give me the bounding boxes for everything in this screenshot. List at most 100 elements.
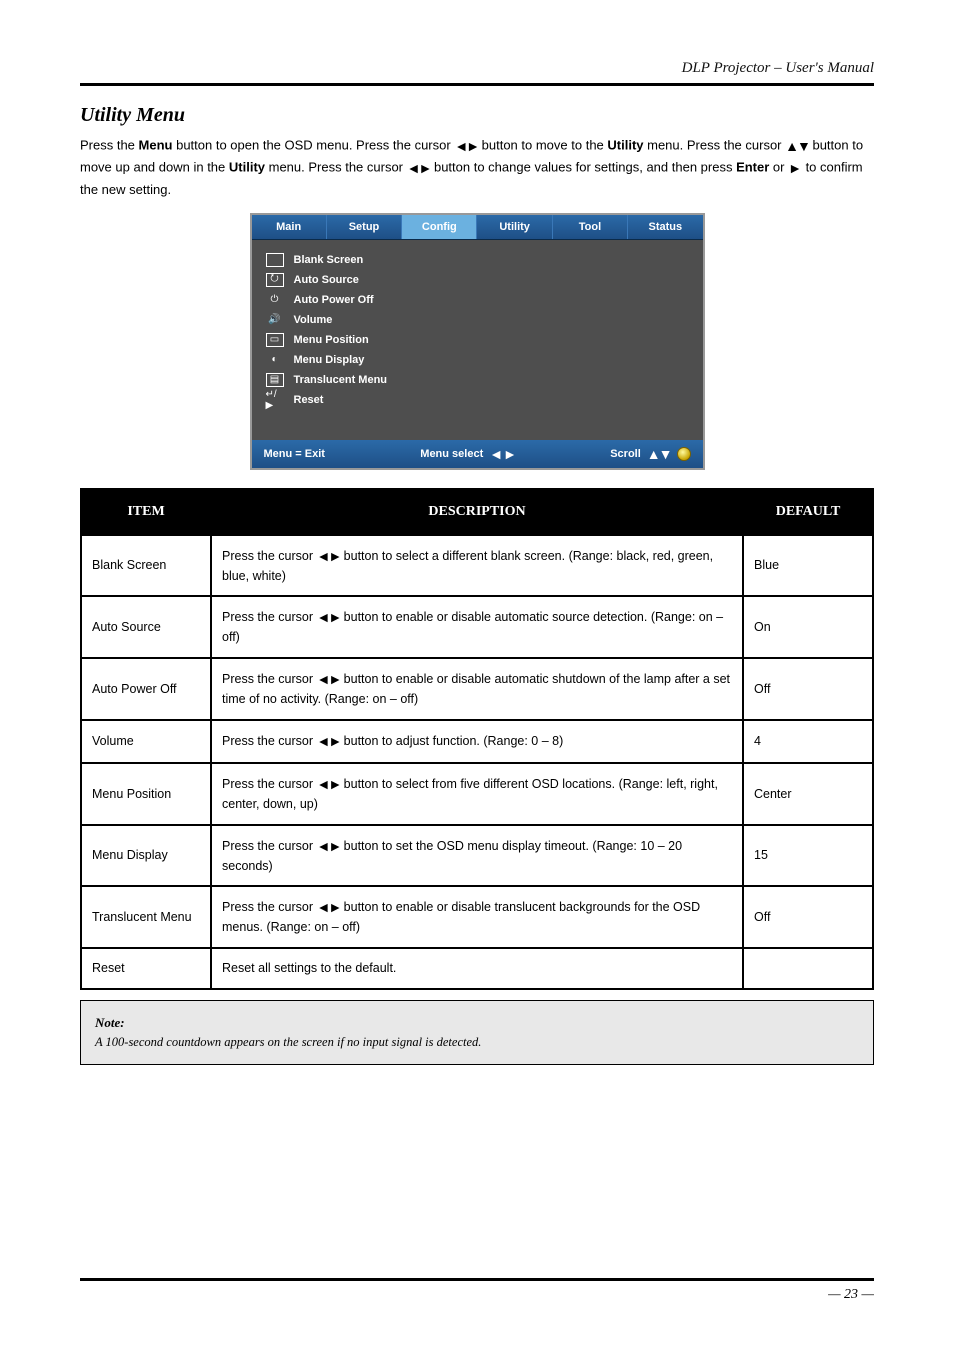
osd-screenshot: Main Setup Config Utility Tool Status Bl… — [250, 213, 705, 470]
osd-item: ↵/▶ Reset — [266, 390, 689, 410]
cell-default: Center — [743, 763, 873, 825]
cell-description: Reset all settings to the default. — [211, 948, 743, 989]
osd-item-label: Auto Power Off — [294, 294, 374, 306]
header-rule — [80, 83, 874, 86]
left-right-arrow-icon: ◄► — [316, 897, 340, 918]
desc-text: Press the cursor — [222, 777, 316, 791]
col-description: DESCRIPTION — [211, 489, 743, 535]
note-body: A 100-second countdown appears on the sc… — [95, 1035, 859, 1050]
osd-item-label: Reset — [294, 394, 324, 406]
osd-item-label: Menu Display — [294, 354, 365, 366]
utility-bold: Utility — [229, 160, 265, 175]
cell-item: Auto Power Off — [81, 658, 211, 720]
osd-footer-scroll: Scroll — [610, 448, 641, 460]
translucent-menu-icon: ▤ — [266, 373, 284, 387]
intro-text: menu. Press the cursor — [265, 160, 407, 175]
table-row: Auto Power OffPress the cursor ◄► button… — [81, 658, 873, 720]
osd-item-label: Translucent Menu — [294, 374, 388, 386]
cell-description: Press the cursor ◄► button to enable or … — [211, 886, 743, 948]
desc-text: Press the cursor — [222, 672, 316, 686]
table-row: ResetReset all settings to the default. — [81, 948, 873, 989]
osd-item-label: Blank Screen — [294, 254, 364, 266]
cell-default — [743, 948, 873, 989]
table-row: Menu PositionPress the cursor ◄► button … — [81, 763, 873, 825]
desc-text: Press the cursor — [222, 734, 316, 748]
up-down-arrow-icon: ▲▼ — [647, 446, 671, 462]
cell-item: Menu Position — [81, 763, 211, 825]
cell-default: 15 — [743, 825, 873, 887]
settings-table: ITEM DESCRIPTION DEFAULT Blank ScreenPre… — [80, 488, 874, 990]
osd-footer-select: Menu select — [420, 448, 483, 460]
auto-source-icon: ⭮ — [266, 273, 284, 287]
osd-item-label: Menu Position — [294, 334, 369, 346]
cell-default: Off — [743, 658, 873, 720]
bulb-icon — [677, 447, 691, 461]
left-right-arrow-icon: ◄► — [316, 774, 340, 795]
osd-tab-bar: Main Setup Config Utility Tool Status — [252, 215, 703, 240]
osd-item: ⏻ Auto Power Off — [266, 290, 689, 310]
left-right-arrow-icon: ◄► — [316, 546, 340, 567]
osd-item-label: Auto Source — [294, 274, 359, 286]
cell-item: Translucent Menu — [81, 886, 211, 948]
note-title: Note: — [95, 1015, 859, 1031]
cell-item: Volume — [81, 720, 211, 763]
left-right-arrow-icon: ◄► — [316, 731, 340, 752]
intro-text: button to change values for settings, an… — [430, 160, 736, 175]
cell-description: Press the cursor ◄► button to enable or … — [211, 596, 743, 658]
desc-text: button to adjust function. (Range: 0 – 8… — [340, 734, 563, 748]
osd-tab-config: Config — [402, 215, 477, 239]
left-right-arrow-icon: ◄► — [316, 669, 340, 690]
osd-tab-utility: Utility — [477, 215, 552, 239]
right-arrow-icon: ► — [788, 157, 802, 179]
table-row: Volume Press the cursor ◄► button to adju… — [81, 720, 873, 763]
auto-power-off-icon: ⏻ — [266, 293, 284, 307]
osd-item: ▭ Menu Position — [266, 330, 689, 350]
osd-item: ◐ Menu Display — [266, 350, 689, 370]
left-right-arrow-icon: ◄► — [316, 836, 340, 857]
table-row: Menu DisplayPress the cursor ◄► button t… — [81, 825, 873, 887]
cell-description: Press the cursor ◄► button to select fro… — [211, 763, 743, 825]
osd-tab-main: Main — [252, 215, 327, 239]
cell-description: Press the cursor ◄► button to set the OS… — [211, 825, 743, 887]
menu-display-icon: ◐ — [266, 353, 284, 367]
cell-item: Reset — [81, 948, 211, 989]
utility-bold: Utility — [607, 138, 643, 153]
menu-position-icon: ▭ — [266, 333, 284, 347]
col-default: DEFAULT — [743, 489, 873, 535]
osd-tab-tool: Tool — [553, 215, 628, 239]
header-right: DLP Projector – User's Manual — [80, 60, 874, 77]
col-item: ITEM — [81, 489, 211, 535]
osd-footer: Menu = Exit Menu select◄ ► Scroll▲▼ — [252, 440, 703, 468]
osd-tab-status: Status — [628, 215, 702, 239]
osd-item-label: Volume — [294, 314, 333, 326]
osd-body: Blank Screen ⭮ Auto Source ⏻ Auto Power Of… — [252, 240, 703, 440]
cell-default: Blue — [743, 535, 873, 597]
table-row: Auto SourcePress the cursor ◄► button to… — [81, 596, 873, 658]
cell-default: 4 — [743, 720, 873, 763]
section-title: Utility Menu — [80, 104, 874, 127]
desc-text: Press the cursor — [222, 610, 316, 624]
note-box: Note: A 100-second countdown appears on … — [80, 1000, 874, 1065]
intro-text: or — [769, 160, 788, 175]
cell-item: Menu Display — [81, 825, 211, 887]
left-right-arrow-icon: ◄► — [407, 157, 431, 179]
cell-item: Auto Source — [81, 596, 211, 658]
intro-text: menu. Press the cursor — [644, 138, 786, 153]
osd-item: 🔊Volume — [266, 310, 689, 330]
reset-icon: ↵/▶ — [266, 393, 284, 407]
osd-item: ▤ Translucent Menu — [266, 370, 689, 390]
intro-text: button to move to the — [478, 138, 607, 153]
page-footer: — 23 — — [80, 1278, 874, 1303]
desc-text: Press the cursor — [222, 900, 316, 914]
left-right-arrow-icon: ◄ ► — [489, 446, 515, 462]
cell-default: On — [743, 596, 873, 658]
desc-text: Press the cursor — [222, 838, 316, 852]
cell-description: Press the cursor ◄► button to select a d… — [211, 535, 743, 597]
cell-description: Press the cursor ◄► button to enable or … — [211, 658, 743, 720]
table-row: Blank ScreenPress the cursor ◄► button t… — [81, 535, 873, 597]
menu-bold: Menu — [139, 138, 173, 153]
cell-default: Off — [743, 886, 873, 948]
left-right-arrow-icon: ◄► — [316, 607, 340, 628]
desc-text: Press the cursor — [222, 548, 316, 562]
enter-bold: Enter — [736, 160, 769, 175]
